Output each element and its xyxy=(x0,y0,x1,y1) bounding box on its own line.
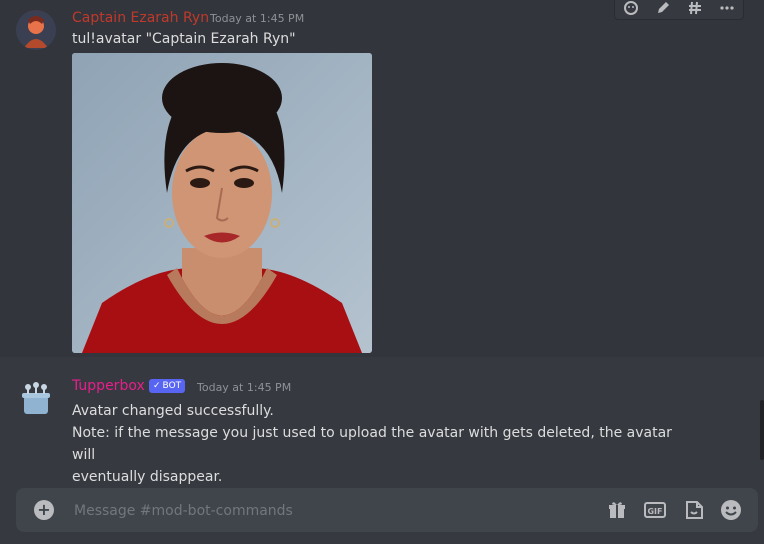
edit-icon[interactable] xyxy=(654,0,672,17)
add-reaction-icon[interactable] xyxy=(622,0,640,17)
plus-icon[interactable]: + xyxy=(34,500,54,520)
thread-icon[interactable] xyxy=(686,0,704,17)
message-content: Avatar changed successfully. Note: if th… xyxy=(72,400,692,488)
emoji-icon[interactable] xyxy=(720,499,742,521)
message-author[interactable]: Tupperbox xyxy=(72,378,145,394)
message-author[interactable]: Captain Ezarah Ryn xyxy=(72,10,209,26)
message-composer: + GIF xyxy=(16,488,758,532)
message-line: eventually disappear. xyxy=(72,469,223,485)
message-line: Note: if the message you just used to up… xyxy=(72,425,672,463)
message-input[interactable] xyxy=(72,498,576,524)
image-attachment[interactable] xyxy=(72,53,372,353)
message-hover-toolbar xyxy=(614,0,744,20)
sticker-icon[interactable] xyxy=(683,499,705,521)
bot-badge: ✓ BOT xyxy=(149,379,186,393)
message-content: tul!avatar "Captain Ezarah Ryn" xyxy=(72,31,296,47)
verified-check-icon: ✓ xyxy=(153,381,161,391)
gift-icon[interactable] xyxy=(606,499,628,521)
message-timestamp: Today at 1:45 PM xyxy=(210,12,305,25)
avatar-captain-ezarah-ryn[interactable] xyxy=(16,10,56,50)
more-icon[interactable] xyxy=(718,0,736,17)
message-timestamp: Today at 1:45 PM xyxy=(197,381,292,394)
message-1[interactable]: Captain Ezarah Ryn Today at 1:45 PM tul!… xyxy=(0,0,764,357)
gif-icon[interactable]: GIF xyxy=(644,499,666,521)
bot-badge-label: BOT xyxy=(162,381,182,391)
scrollbar[interactable] xyxy=(760,400,764,460)
avatar-tupperbox[interactable] xyxy=(16,378,56,418)
message-line: Avatar changed successfully. xyxy=(72,403,274,419)
